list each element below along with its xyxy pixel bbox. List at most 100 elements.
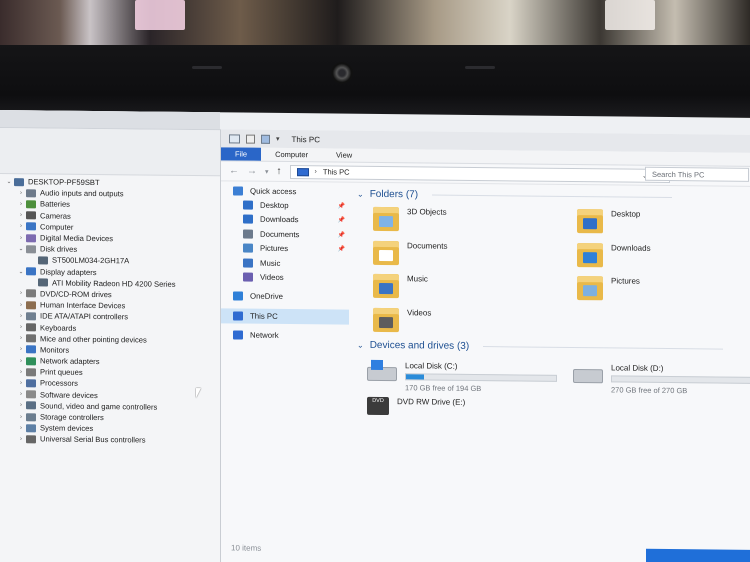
pin-icon[interactable]: 📌 (338, 217, 345, 224)
chevron-right-icon[interactable]: › (16, 380, 26, 386)
up-arrow-icon[interactable]: ↑ (277, 166, 282, 177)
chevron-right-icon[interactable]: › (16, 201, 26, 207)
media-device-icon (26, 233, 36, 242)
device-category[interactable]: › Universal Serial Bus controllers (0, 433, 220, 446)
chevron-right-icon[interactable]: › (16, 369, 26, 375)
usb-icon (26, 435, 36, 444)
drive-item[interactable]: DVD DVD RW Drive (E:) (367, 396, 466, 416)
chevron-right-icon[interactable]: › (16, 358, 26, 364)
drive-label: DVD RW Drive (E:) (397, 397, 466, 407)
folder-overlay-glyph (379, 249, 393, 261)
drive-usage-fill (406, 374, 424, 380)
chevron-down-icon: ⌄ (357, 340, 364, 350)
device-tree-label: Display adapters (40, 267, 97, 277)
nav-item[interactable]: Network (221, 328, 349, 344)
desktop-folder-icon (577, 209, 603, 234)
folder-overlay-glyph (379, 215, 393, 228)
folder-item[interactable]: Downloads (577, 242, 651, 268)
device-manager-titlebar (0, 110, 220, 131)
folder-label: Videos (407, 307, 432, 318)
folders-group-header[interactable]: ⌄ Folders (7) (357, 189, 673, 203)
device-tree-label: Monitors (40, 345, 70, 355)
pin-icon[interactable]: 📌 (338, 203, 345, 210)
chevron-right-icon[interactable]: › (16, 403, 26, 409)
nav-item[interactable]: Pictures 📌 (221, 241, 349, 257)
pin-icon[interactable]: 📌 (338, 231, 345, 238)
battery-icon (26, 200, 36, 209)
tab-computer[interactable]: Computer (261, 148, 322, 162)
nav-item[interactable]: Videos (221, 270, 349, 286)
chevron-right-icon[interactable]: › (16, 335, 26, 341)
chevron-right-icon[interactable]: › (16, 436, 26, 442)
forward-arrow-icon[interactable]: → (247, 166, 257, 177)
chevron-right-icon[interactable]: › (16, 391, 26, 397)
chevron-right-icon[interactable]: › (16, 425, 26, 431)
chevron-down-icon[interactable]: ⌄ (4, 178, 14, 185)
chevron-right-icon[interactable]: › (16, 347, 26, 353)
nav-item[interactable]: Documents 📌 (221, 226, 349, 242)
nav-item[interactable]: Downloads 📌 (221, 212, 349, 228)
3d-objects-folder-icon (373, 206, 399, 232)
status-bar-item-count: 10 items (231, 543, 262, 553)
group-title: Devices and drives (3) (369, 339, 470, 352)
chevron-right-icon[interactable]: › (16, 302, 26, 308)
divider (432, 194, 673, 199)
breadcrumb[interactable]: This PC (323, 167, 350, 176)
folder-item[interactable]: Videos (373, 307, 431, 332)
nav-item[interactable]: This PC (221, 308, 349, 325)
camera-icon (26, 211, 36, 220)
tab-view[interactable]: View (322, 148, 366, 161)
laptop-screen: ⌄ DESKTOP-PF59SBT › Audio inputs and output… (0, 110, 750, 562)
back-arrow-icon[interactable]: ← (229, 165, 239, 176)
chevron-right-icon[interactable]: › (16, 235, 26, 241)
chevron-right-icon[interactable]: › (16, 224, 26, 230)
processor-icon (26, 379, 36, 388)
quick-access-toolbar-dropdown-icon[interactable]: ▾ (276, 135, 280, 143)
mouse-cursor (196, 388, 201, 399)
nav-item[interactable]: OneDrive (221, 289, 349, 305)
nav-item[interactable]: Music (221, 255, 349, 271)
device-tree-label: Print queues (40, 367, 83, 378)
chevron-down-icon[interactable]: ⌄ (16, 268, 26, 275)
chevron-right-icon[interactable]: › (16, 291, 26, 297)
chevron-right-icon[interactable]: › (16, 190, 26, 196)
star-icon (233, 186, 243, 196)
folder-overlay-glyph (379, 316, 393, 328)
nav-item-label: Music (260, 258, 281, 268)
chevron-right-icon[interactable]: › (16, 212, 26, 218)
drive-item[interactable]: Local Disk (D:) 270 GB free of 270 GB (573, 363, 750, 396)
drive-free-space: 270 GB free of 270 GB (611, 385, 688, 396)
drive-icon (573, 369, 603, 384)
recent-locations-icon[interactable]: ▾ (265, 167, 269, 175)
folder-item[interactable]: Documents (373, 240, 447, 265)
chevron-right-icon[interactable]: › (16, 324, 26, 330)
folder-label: Music (407, 274, 428, 284)
speaker-icon (26, 189, 36, 198)
tab-file[interactable]: File (221, 147, 262, 161)
chevron-right-icon[interactable]: › (16, 313, 26, 319)
folder-item[interactable]: 3D Objects (373, 206, 447, 232)
drives-group-header[interactable]: ⌄ Devices and drives (3) (357, 339, 724, 355)
pictures-icon (243, 243, 253, 253)
dvd-icon (26, 289, 36, 298)
search-input[interactable]: Search This PC (645, 166, 749, 182)
device-tree-label: System devices (40, 423, 94, 434)
properties-icon[interactable] (246, 134, 255, 144)
folder-item[interactable]: Pictures (577, 276, 640, 301)
chevron-right-icon[interactable]: › (16, 414, 26, 420)
folder-item[interactable]: Music (373, 273, 428, 299)
nav-item[interactable]: Quick access (221, 183, 349, 199)
display-adapter-icon (26, 267, 36, 276)
chevron-down-icon[interactable]: ⌄ (16, 245, 26, 252)
new-folder-icon[interactable] (261, 134, 270, 144)
mouse-icon (26, 334, 36, 343)
address-bar[interactable]: › This PC ⌄ ↻ (289, 164, 670, 183)
monitor-icon (26, 345, 36, 354)
pin-icon[interactable]: 📌 (338, 246, 345, 253)
folder-item[interactable]: Desktop (577, 209, 640, 234)
pictures-folder-icon (577, 276, 603, 301)
device-tree-label: Computer (40, 222, 74, 232)
disk-drive-icon (26, 244, 36, 254)
nav-item[interactable]: Desktop 📌 (221, 198, 349, 214)
drive-item[interactable]: Local Disk (C:) 170 GB free of 194 GB (367, 359, 557, 394)
